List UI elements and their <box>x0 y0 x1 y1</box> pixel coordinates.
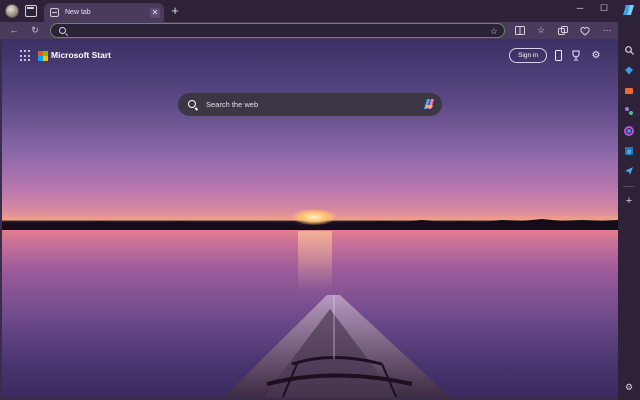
address-bar[interactable]: ☆ <box>50 23 505 38</box>
settings-icon[interactable]: ⚙ <box>589 48 603 63</box>
phone-icon[interactable] <box>551 48 565 63</box>
tab-new-tab[interactable]: New tab ✕ <box>44 3 164 22</box>
shopping-icon[interactable] <box>622 64 636 78</box>
search-icon <box>59 27 66 34</box>
tools-icon[interactable] <box>622 84 636 98</box>
collections-icon[interactable] <box>556 22 570 39</box>
maximize-button[interactable]: ☐ <box>592 0 616 16</box>
back-button[interactable]: ← <box>7 22 21 39</box>
sign-in-button[interactable]: Sign in <box>509 48 547 63</box>
profile-avatar[interactable] <box>5 4 19 18</box>
new-tab-page: Microsoft Start Sign in ⚙ <box>2 39 618 397</box>
sidebar-settings-icon[interactable]: ⚙ <box>622 380 636 394</box>
favorites-icon[interactable]: ☆ <box>534 22 548 39</box>
address-input[interactable] <box>71 25 471 36</box>
add-icon[interactable]: + <box>622 194 636 208</box>
toolbar: ← ↻ ☆ ☆ ··· <box>0 22 618 39</box>
tab-strip: New tab ✕ + ─ ☐ ✕ <box>0 0 640 22</box>
new-tab-button[interactable]: + <box>168 4 182 18</box>
search-icon <box>188 100 196 108</box>
ntp-header: Microsoft Start Sign in ⚙ <box>2 39 618 73</box>
edge-sidebar: o + ⚙ <box>618 22 640 400</box>
outlook-icon[interactable]: o <box>622 144 636 158</box>
games-icon[interactable] <box>622 104 636 118</box>
tab-close-button[interactable]: ✕ <box>150 7 160 18</box>
sidebar-divider <box>623 186 635 187</box>
browser-window: New tab ✕ + ─ ☐ ✕ ← ↻ ☆ ☆ ··· <box>0 0 640 400</box>
copilot-icon[interactable] <box>620 2 636 18</box>
microsoft-logo-icon <box>38 51 48 61</box>
search-icon[interactable] <box>622 44 636 58</box>
rewards-icon[interactable] <box>569 48 583 63</box>
web-search-box[interactable] <box>178 93 442 116</box>
copilot-icon[interactable] <box>422 97 436 111</box>
minimize-button[interactable]: ─ <box>568 0 592 16</box>
browser-essentials-icon[interactable] <box>578 22 592 39</box>
sun-reflection <box>298 231 332 291</box>
microsoft-365-icon[interactable] <box>622 124 636 138</box>
more-icon[interactable]: ··· <box>600 22 614 39</box>
new-tab-page-icon <box>50 8 59 17</box>
tab-title: New tab <box>65 9 91 16</box>
brand-title[interactable]: Microsoft Start <box>51 50 111 60</box>
refresh-button[interactable]: ↻ <box>28 22 42 39</box>
add-favorite-icon[interactable]: ☆ <box>490 25 498 37</box>
web-search-input[interactable] <box>206 98 406 111</box>
kayak-bow <box>224 295 450 397</box>
treeline <box>2 219 618 230</box>
drop-icon[interactable] <box>622 164 636 178</box>
app-launcher-icon[interactable] <box>20 50 32 62</box>
tab-actions-icon[interactable] <box>25 5 37 17</box>
split-screen-icon[interactable] <box>513 22 527 39</box>
